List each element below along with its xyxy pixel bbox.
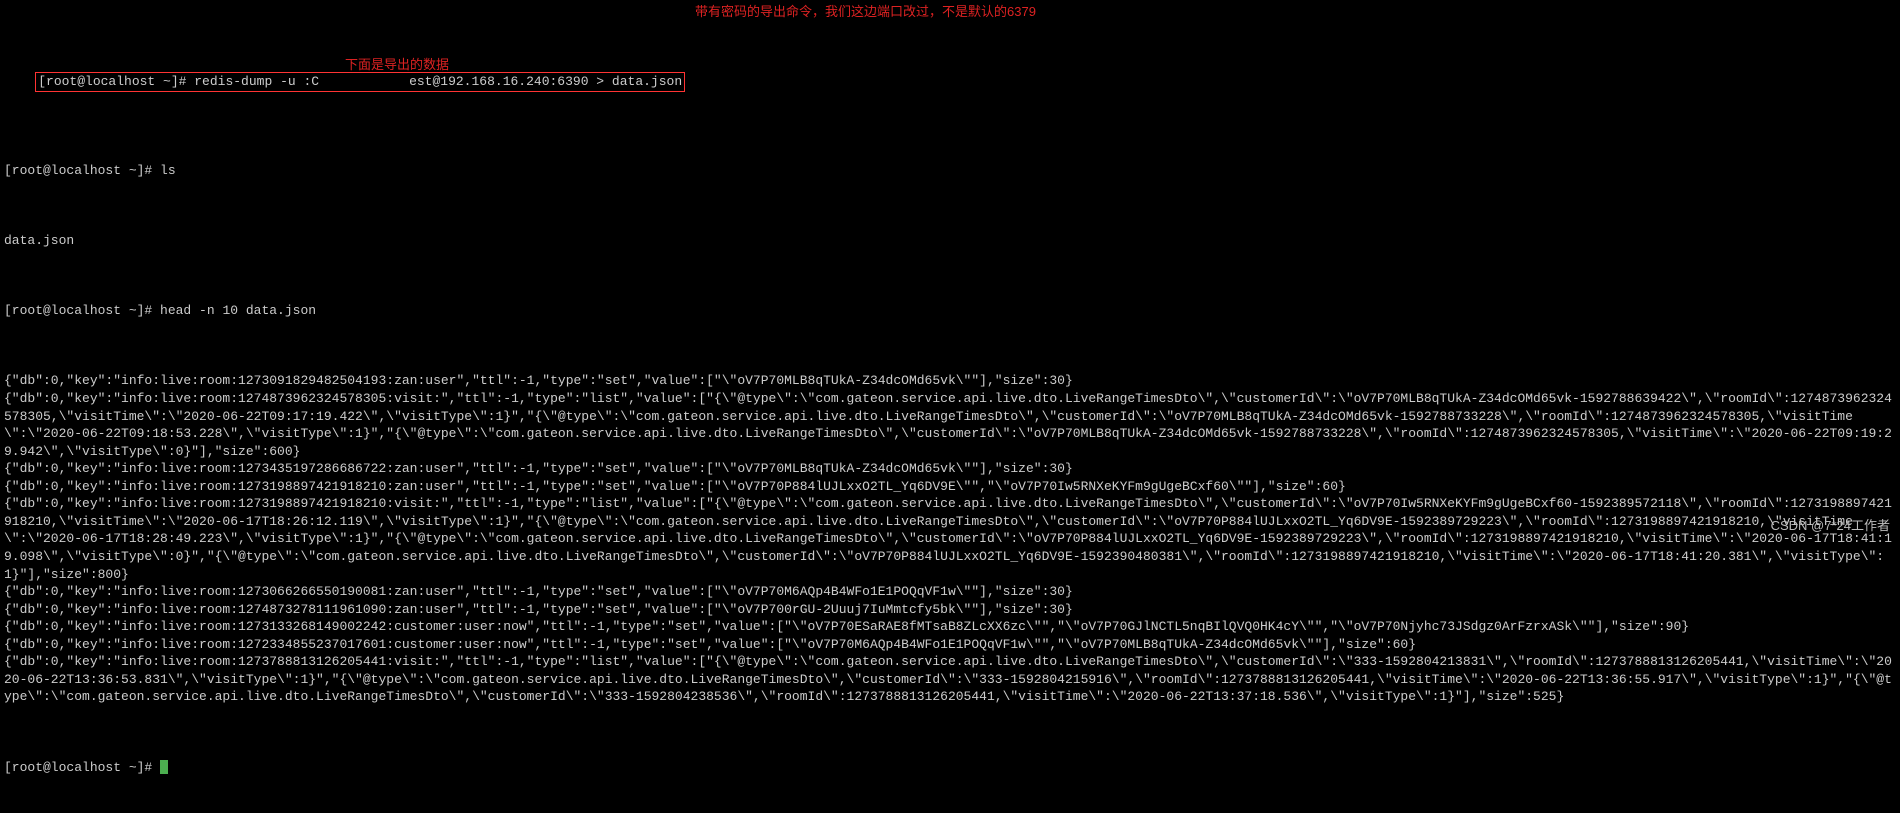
prompt: [root@localhost ~]# [4,759,160,777]
cmd-text: head -n 10 data.json [160,303,316,318]
redacted-password [319,75,409,89]
terminal-output[interactable]: [root@localhost ~]# redis-dump -u :C est@… [0,0,1900,813]
prompt-line-empty: [root@localhost ~]# [4,759,1896,777]
output-line: {"db":0,"key":"info:live:room:1273066266… [4,583,1896,601]
output-line: {"db":0,"key":"info:live:room:1273788813… [4,653,1896,706]
ls-output: data.json [4,232,1896,250]
cmd-text: est@192.168.16.240:6390 > data.json [409,74,682,89]
annotation-1: 带有密码的导出命令，我们这边端口改过，不是默认的6379 [695,3,1036,21]
cmd-text: redis-dump -u :C [194,74,319,89]
output-line: {"db":0,"key":"info:live:room:1273435197… [4,460,1896,478]
command-line-1: [root@localhost ~]# redis-dump -u :C est@… [4,55,1896,110]
output-line: {"db":0,"key":"info:live:room:1272334855… [4,636,1896,654]
command-line-2: [root@localhost ~]# ls [4,162,1896,180]
annotation-2: 下面是导出的数据 [345,56,449,74]
output-line: {"db":0,"key":"info:live:room:1273198897… [4,495,1896,583]
output-line: {"db":0,"key":"info:live:room:1273133268… [4,618,1896,636]
cmd-text: ls [160,163,176,178]
prompt: [root@localhost ~]# [38,74,194,89]
output-line: {"db":0,"key":"info:live:room:1274873278… [4,601,1896,619]
output-line: {"db":0,"key":"info:live:room:1274873962… [4,390,1896,460]
output-line: {"db":0,"key":"info:live:room:1273091829… [4,372,1896,390]
watermark: CSDN @7*24工作者 [1771,517,1890,535]
prompt: [root@localhost ~]# [4,163,160,178]
command-line-3: [root@localhost ~]# head -n 10 data.json [4,302,1896,320]
prompt: [root@localhost ~]# [4,303,160,318]
cursor-icon [160,760,168,774]
output-line: {"db":0,"key":"info:live:room:1273198897… [4,478,1896,496]
highlighted-command: [root@localhost ~]# redis-dump -u :C est@… [35,72,685,92]
